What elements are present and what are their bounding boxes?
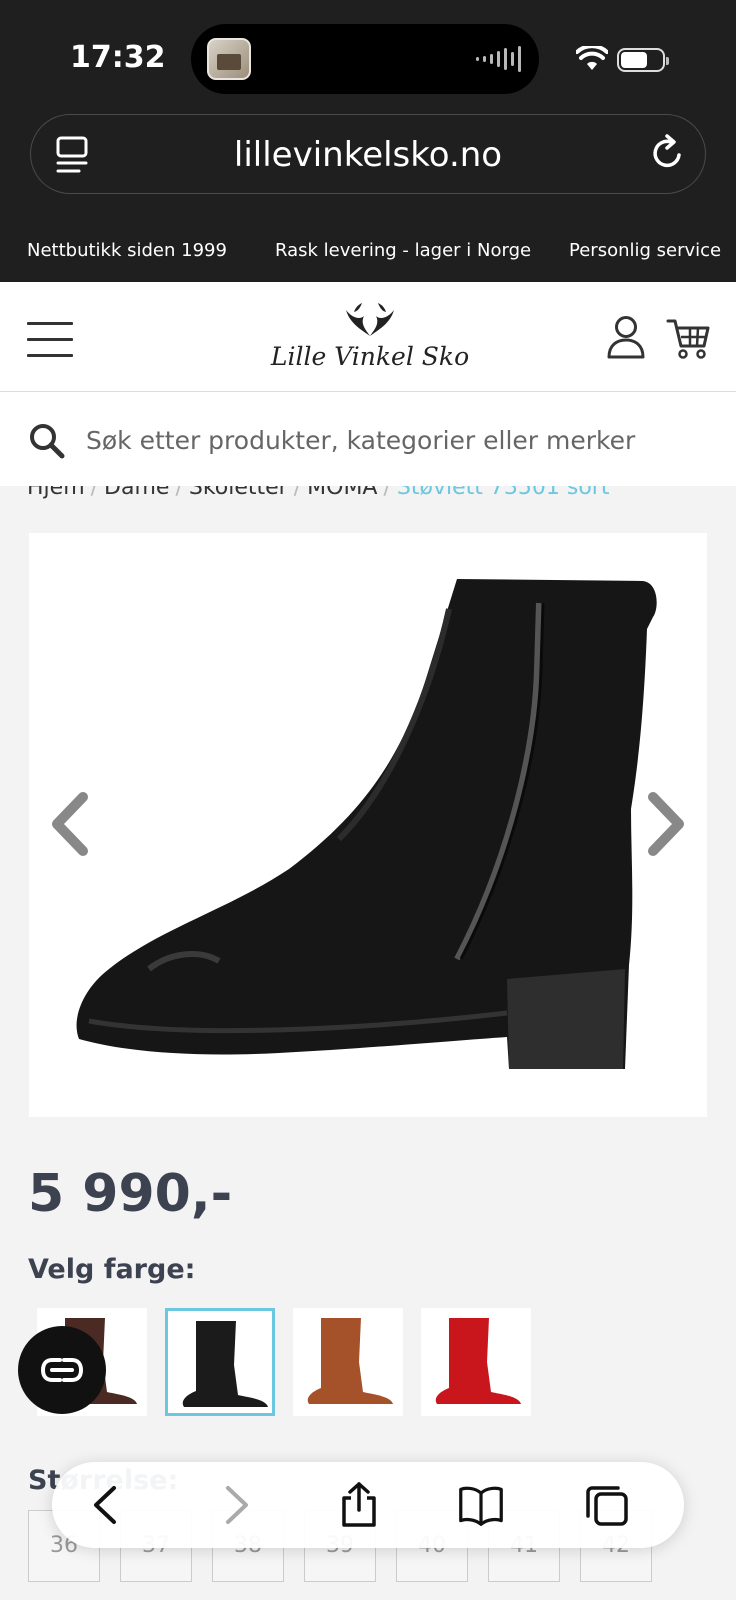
bookmarks-icon[interactable] (458, 1482, 504, 1528)
dynamic-island[interactable] (191, 24, 539, 94)
logo-text: Lille Vinkel Sko (270, 342, 470, 371)
status-time: 17:32 (70, 40, 166, 75)
product-image-carousel[interactable] (29, 533, 707, 1117)
product-price: 5 990,- (28, 1164, 233, 1224)
page: 17:32 lillevinkelsko.no Nettbutikk siden… (0, 0, 736, 1600)
color-swatch-red[interactable] (421, 1308, 531, 1416)
url-text[interactable]: lillevinkelsko.no (31, 135, 705, 175)
tabs-icon[interactable] (584, 1482, 630, 1528)
address-bar[interactable]: lillevinkelsko.no (30, 114, 706, 194)
browser-chrome: 17:32 lillevinkelsko.no Nettbutikk siden… (0, 0, 736, 282)
cart-icon[interactable] (666, 316, 710, 360)
now-playing-thumbnail (207, 38, 251, 80)
boot-thumbnail-icon (182, 1321, 268, 1407)
chat-icon (40, 1358, 84, 1382)
site-logo[interactable]: Lille Vinkel Sko (270, 302, 470, 380)
color-swatch-cognac[interactable] (293, 1308, 403, 1416)
usp-item: Rask levering - lager i Norge (275, 240, 532, 261)
browser-toolbar (52, 1462, 684, 1548)
forward-icon[interactable] (212, 1482, 258, 1528)
chevron-right-icon[interactable] (645, 791, 689, 857)
search-icon (30, 424, 65, 459)
antlers-icon (346, 303, 394, 336)
site-header: Lille Vinkel Sko (0, 282, 736, 392)
usp-item: Nettbutikk siden 1999 (27, 240, 227, 261)
usp-item: Personlig service (569, 240, 722, 261)
color-swatch-black[interactable] (165, 1308, 275, 1416)
boot-thumbnail-icon (435, 1318, 521, 1404)
hamburger-menu-icon[interactable] (27, 322, 73, 357)
search-bar[interactable]: Søk etter produkter, kategorier eller me… (0, 392, 736, 486)
color-label: Velg farge: (28, 1254, 196, 1285)
audio-wave-icon (476, 46, 521, 72)
account-icon[interactable] (606, 315, 646, 359)
product-image (76, 579, 657, 1069)
share-icon[interactable] (336, 1482, 382, 1528)
battery-icon (617, 48, 669, 72)
boot-thumbnail-icon (307, 1318, 393, 1404)
chat-button[interactable] (18, 1326, 106, 1414)
reload-icon[interactable] (647, 133, 687, 173)
wifi-icon (576, 46, 608, 70)
search-input[interactable]: Søk etter produkter, kategorier eller me… (86, 426, 635, 455)
back-icon[interactable] (84, 1482, 130, 1528)
